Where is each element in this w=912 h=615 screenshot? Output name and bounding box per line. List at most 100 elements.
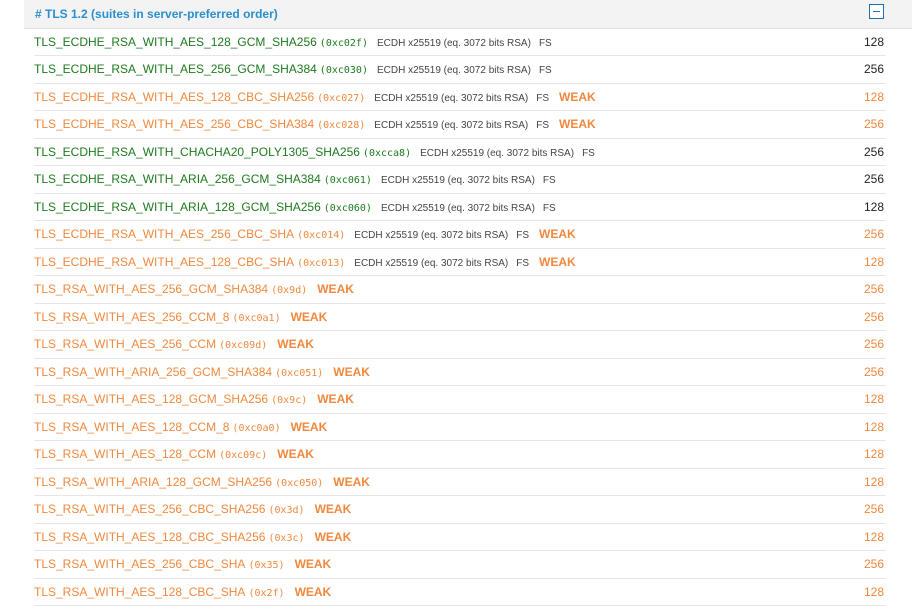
cipher-suite-name: TLS_RSA_WITH_AES_256_GCM_SHA384 <box>34 282 269 296</box>
key-exchange-info: ECDH x25519 (eq. 3072 bits RSA) <box>380 203 535 214</box>
cipher-suite-code: (0x9d) <box>271 285 308 296</box>
key-exchange-info: ECDH x25519 (eq. 3072 bits RSA) <box>376 65 531 76</box>
cipher-suite-code: (0xc050) <box>275 478 324 489</box>
cipher-suite-description: TLS_RSA_WITH_AES_256_GCM_SHA384 (0x9d) WEA… <box>34 282 354 296</box>
key-exchange-info: ECDH x25519 (eq. 3072 bits RSA) <box>376 38 531 49</box>
cipher-suite-description: TLS_ECDHE_RSA_WITH_CHACHA20_POLY1305_SHA… <box>34 145 595 159</box>
forward-secrecy-label: FS <box>516 258 530 269</box>
cipher-suite-name: TLS_ECDHE_RSA_WITH_AES_128_GCM_SHA256 <box>34 35 317 49</box>
cipher-suite-row: TLS_ECDHE_RSA_WITH_AES_128_GCM_SHA256 (0x… <box>34 29 886 56</box>
cipher-suite-code: (0xcca8) <box>362 148 412 159</box>
cipher-suite-name: TLS_RSA_WITH_ARIA_256_GCM_SHA384 <box>34 365 273 379</box>
cipher-suite-code: (0xc051) <box>275 368 324 379</box>
forward-secrecy-label: FS <box>538 65 552 76</box>
key-bits: 256 <box>863 282 884 296</box>
key-bits: 128 <box>863 530 884 544</box>
forward-secrecy-label: FS <box>516 230 530 241</box>
key-bits: 128 <box>863 255 884 269</box>
key-bits: 256 <box>863 172 884 186</box>
cipher-suite-row: TLS_ECDHE_RSA_WITH_ARIA_128_GCM_SHA256 (0… <box>34 194 886 221</box>
key-bits: 128 <box>863 475 884 489</box>
key-bits: 256 <box>863 502 884 516</box>
cipher-suite-name: TLS_RSA_WITH_AES_128_CCM <box>34 447 217 461</box>
cipher-suite-name: TLS_RSA_WITH_AES_128_CCM_8 <box>34 420 230 434</box>
cipher-suite-description: TLS_ECDHE_RSA_WITH_AES_256_CBC_SHA (0xc01… <box>34 227 576 241</box>
key-bits: 256 <box>863 62 884 76</box>
key-exchange-info: ECDH x25519 (eq. 3072 bits RSA) <box>354 230 509 241</box>
weak-badge: WEAK <box>539 255 576 269</box>
key-exchange-info: ECDH x25519 (eq. 3072 bits RSA) <box>420 148 575 159</box>
cipher-suite-description: TLS_RSA_WITH_AES_128_GCM_SHA256 (0x9c) WEA… <box>34 392 354 406</box>
key-bits: 256 <box>863 145 884 159</box>
cipher-suite-name: TLS_ECDHE_RSA_WITH_CHACHA20_POLY1305_SHA… <box>34 145 360 159</box>
cipher-suite-row: TLS_RSA_WITH_AES_256_CBC_SHA256 (0x3d) WEA… <box>34 496 886 524</box>
key-bits: 128 <box>863 392 884 406</box>
cipher-suite-code: (0xc061) <box>323 175 372 186</box>
cipher-suite-description: TLS_ECDHE_RSA_WITH_AES_128_GCM_SHA256 (0x… <box>34 35 552 49</box>
cipher-suite-row: TLS_ECDHE_RSA_WITH_AES_128_CBC_SHA256 (0x… <box>34 84 886 111</box>
weak-badge: WEAK <box>333 475 370 489</box>
cipher-suite-code: (0x35) <box>248 560 285 571</box>
cipher-suite-name: TLS_ECDHE_RSA_WITH_AES_128_CBC_SHA <box>34 255 295 269</box>
cipher-suite-description: TLS_RSA_WITH_ARIA_256_GCM_SHA384 (0xc051)… <box>34 365 370 379</box>
cipher-suite-description: TLS_RSA_WITH_AES_128_CCM (0xc09c) WEAK <box>34 447 314 461</box>
cipher-suite-code: (0xc060) <box>323 203 372 214</box>
minus-bar <box>873 11 880 12</box>
weak-badge: WEAK <box>294 557 332 571</box>
cipher-suite-description: TLS_RSA_WITH_AES_256_CCM (0xc09d) WEAK <box>34 337 314 351</box>
cipher-suite-row: TLS_RSA_WITH_AES_128_CBC_SHA (0x2f) WEAK 12… <box>34 579 886 606</box>
cipher-suite-description: TLS_RSA_WITH_AES_128_CBC_SHA256 (0x3c) WEA… <box>34 530 351 544</box>
forward-secrecy-label: FS <box>542 203 556 214</box>
key-bits: 128 <box>863 447 884 461</box>
collapse-minus-icon[interactable] <box>869 4 884 19</box>
key-bits: 128 <box>863 35 884 49</box>
cipher-suite-code: (0xc09d) <box>219 340 268 351</box>
cipher-suite-row: TLS_RSA_WITH_AES_256_CCM (0xc09d) WEAK 256 <box>34 331 886 359</box>
key-exchange-info: ECDH x25519 (eq. 3072 bits RSA) <box>354 258 509 269</box>
cipher-suite-row: TLS_RSA_WITH_AES_128_CCM_8 (0xc0a0) WEAK 12… <box>34 414 886 441</box>
cipher-suite-name: TLS_ECDHE_RSA_WITH_ARIA_128_GCM_SHA256 <box>34 200 321 214</box>
cipher-suite-description: TLS_RSA_WITH_AES_128_CCM_8 (0xc0a0) WEAK <box>34 420 327 434</box>
key-bits: 256 <box>863 337 884 351</box>
cipher-suite-description: TLS_ECDHE_RSA_WITH_AES_256_GCM_SHA384 (0x… <box>34 62 552 76</box>
cipher-suite-code: (0x2f) <box>248 588 285 599</box>
cipher-suite-name: TLS_ECDHE_RSA_WITH_AES_128_CBC_SHA256 <box>34 90 315 104</box>
cipher-suite-code: (0xc02f) <box>319 38 368 49</box>
forward-secrecy-label: FS <box>538 38 552 49</box>
key-exchange-info: ECDH x25519 (eq. 3072 bits RSA) <box>374 93 529 104</box>
cipher-suite-code: (0xc027) <box>317 93 366 104</box>
key-bits: 128 <box>863 200 884 214</box>
cipher-suite-code: (0xc09c) <box>219 450 268 461</box>
weak-badge: WEAK <box>290 420 328 434</box>
cipher-suite-row: TLS_ECDHE_RSA_WITH_ARIA_256_GCM_SHA384 (0… <box>34 166 886 194</box>
tls12-section: # TLS 1.2 (suites in server-preferred or… <box>24 0 912 615</box>
key-bits: 256 <box>863 310 884 324</box>
cipher-suite-row: TLS_ECDHE_RSA_WITH_AES_128_CBC_SHA (0xc01… <box>34 249 886 276</box>
cipher-suite-name: TLS_ECDHE_RSA_WITH_ARIA_256_GCM_SHA384 <box>34 172 321 186</box>
weak-badge: WEAK <box>333 365 370 379</box>
forward-secrecy-label: FS <box>536 120 550 131</box>
cipher-suite-code: (0xc0a1) <box>232 313 281 324</box>
cipher-suite-description: TLS_RSA_WITH_AES_256_CCM_8 (0xc0a1) WEAK <box>34 310 327 324</box>
cipher-suite-code: (0x9c) <box>271 395 308 406</box>
cipher-suite-code: (0x3c) <box>268 533 305 544</box>
key-exchange-info: ECDH x25519 (eq. 3072 bits RSA) <box>380 175 535 186</box>
cipher-suite-code: (0xc030) <box>319 65 368 76</box>
cipher-suite-name: TLS_RSA_WITH_AES_128_CBC_SHA <box>34 585 246 599</box>
weak-badge: WEAK <box>277 447 314 461</box>
weak-badge: WEAK <box>277 337 314 351</box>
cipher-suite-row: TLS_RSA_WITH_AES_128_GCM_SHA256 (0x9c) WEA… <box>34 386 886 414</box>
cipher-suite-code: (0x3d) <box>268 505 305 516</box>
cipher-suite-row: TLS_RSA_WITH_ARIA_128_GCM_SHA256 (0xc050)… <box>34 469 886 496</box>
cipher-suite-description: TLS_RSA_WITH_AES_128_CBC_SHA (0x2f) WEAK <box>34 585 331 599</box>
cipher-suite-row: TLS_RSA_WITH_AES_256_GCM_SHA384 (0x9d) WEA… <box>34 276 886 304</box>
weak-badge: WEAK <box>559 117 596 131</box>
cipher-suite-name: TLS_ECDHE_RSA_WITH_AES_256_CBC_SHA384 <box>34 117 315 131</box>
weak-badge: WEAK <box>314 502 352 516</box>
cipher-suite-description: TLS_ECDHE_RSA_WITH_AES_128_CBC_SHA256 (0x… <box>34 90 596 104</box>
cipher-suite-row: TLS_ECDHE_RSA_WITH_AES_256_GCM_SHA384 (0x… <box>34 56 886 84</box>
key-bits: 128 <box>863 585 884 599</box>
forward-secrecy-label: FS <box>536 93 550 104</box>
weak-badge: WEAK <box>317 282 354 296</box>
cipher-suite-row: TLS_RSA_WITH_AES_256_CCM_8 (0xc0a1) WEAK 25… <box>34 304 886 331</box>
